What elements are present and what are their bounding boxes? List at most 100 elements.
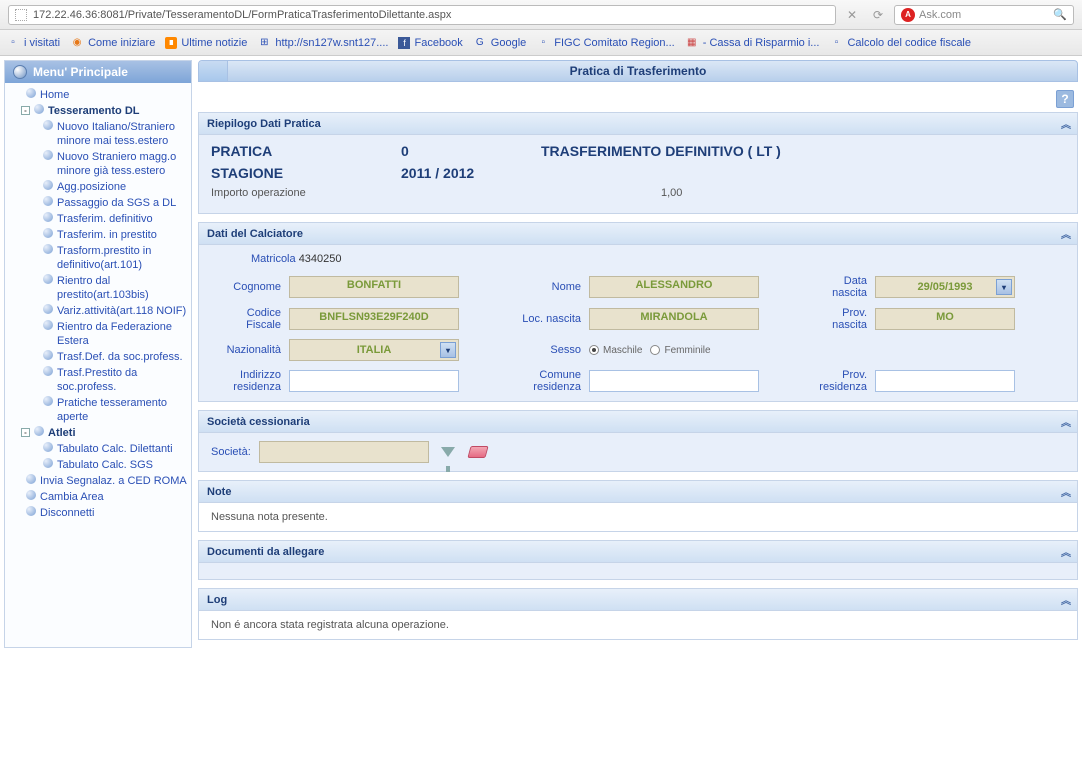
soccer-ball-icon: [43, 350, 53, 360]
note-body: Nessuna nota presente.: [211, 511, 328, 523]
nav-item[interactable]: Invia Segnalaz. a CED ROMA: [11, 473, 189, 489]
nav-item[interactable]: Trasferim. in prestito: [41, 227, 189, 243]
soccer-ball-icon: [34, 104, 44, 114]
sesso-maschile-radio[interactable]: Maschile: [589, 345, 642, 356]
sesso-femminile-radio[interactable]: Femminile: [650, 345, 710, 356]
nav-item[interactable]: Pratiche tesseramento aperte: [41, 395, 189, 425]
nome-field: ALESSANDRO: [589, 276, 759, 298]
bank-icon: ▦: [685, 36, 699, 50]
bookmark-item[interactable]: GGoogle: [473, 36, 526, 50]
help-icon[interactable]: ?: [1056, 90, 1074, 108]
cf-label: Codice Fiscale: [211, 307, 281, 331]
reload-button[interactable]: ⟳: [868, 5, 888, 25]
bookmark-icon: ▫: [6, 36, 20, 50]
page-icon: ▫: [829, 36, 843, 50]
nav-label: Trasferim. definitivo: [57, 212, 153, 226]
comune-residenza-input[interactable]: [589, 370, 759, 392]
nav-label: Trasf.Prestito da soc.profess.: [57, 366, 187, 394]
nav-item[interactable]: Rientro da Federazione Estera: [41, 319, 189, 349]
collapse-icon: ︽: [1061, 116, 1069, 131]
soccer-ball-icon: [26, 490, 36, 500]
locnasc-label: Loc. nascita: [511, 313, 581, 325]
rss-icon: ∎: [165, 37, 177, 49]
url-input[interactable]: 172.22.46.36:8081/Private/TesseramentoDL…: [8, 5, 836, 25]
nav-label: Rientro da Federazione Estera: [57, 320, 187, 348]
panel-note: Note ︽ Nessuna nota presente.: [198, 480, 1078, 532]
clear-button[interactable]: [467, 441, 489, 463]
soccer-ball-icon: [43, 228, 53, 238]
nav-label: Nuovo Straniero magg.o minore già tess.e…: [57, 150, 187, 178]
nav-label: Passaggio da SGS a DL: [57, 196, 176, 210]
nav-item[interactable]: - Tesseramento DL: [19, 103, 189, 119]
nav-item[interactable]: Rientro dal prestito(art.103bis): [41, 273, 189, 303]
bookmark-item[interactable]: ▫i visitati: [6, 36, 60, 50]
filter-button[interactable]: [437, 441, 459, 463]
nav-item[interactable]: Trasf.Prestito da soc.profess.: [41, 365, 189, 395]
panel-header[interactable]: Società cessionaria ︽: [199, 411, 1077, 433]
naz-label: Nazionalità: [211, 344, 281, 356]
data-nascita-select[interactable]: 29/05/1993 ▾: [875, 276, 1015, 298]
nav-label: Trasferim. in prestito: [57, 228, 157, 242]
prov-residenza-input[interactable]: [875, 370, 1015, 392]
bookmark-item[interactable]: ▦ - Cassa di Risparmio i...: [685, 36, 820, 50]
search-box[interactable]: A Ask.com 🔍: [894, 5, 1074, 25]
nav-item[interactable]: Disconnetti: [11, 505, 189, 521]
nav-item[interactable]: Trasform.prestito in definitivo(art.101): [41, 243, 189, 273]
nav-item[interactable]: Passaggio da SGS a DL: [41, 195, 189, 211]
nav-label: Cambia Area: [40, 490, 104, 504]
nav-item[interactable]: Trasferim. definitivo: [41, 211, 189, 227]
expand-toggle[interactable]: -: [21, 428, 30, 437]
nav-item[interactable]: Variz.attività(art.118 NOIF): [41, 303, 189, 319]
nav-item[interactable]: Tabulato Calc. SGS: [41, 457, 189, 473]
nav-label: Nuovo Italiano/Straniero minore mai tess…: [57, 120, 187, 148]
nav-item[interactable]: -Atleti: [19, 425, 189, 441]
nazionalita-select[interactable]: ITALIA ▾: [289, 339, 459, 361]
bookmark-item[interactable]: ▫FIGC Comitato Region...: [536, 36, 674, 50]
nav-item[interactable]: Tabulato Calc. Dilettanti: [41, 441, 189, 457]
panel-header[interactable]: Log ︽: [199, 589, 1077, 611]
search-icon: 🔍: [1053, 8, 1067, 21]
stop-button[interactable]: ✕: [842, 5, 862, 25]
societa-label: Società:: [211, 446, 251, 458]
bookmark-item[interactable]: ▫Calcolo del codice fiscale: [829, 36, 971, 50]
nav-label: Pratiche tesseramento aperte: [57, 396, 187, 424]
panel-documenti: Documenti da allegare ︽: [198, 540, 1078, 580]
nav-item[interactable]: Trasf.Def. da soc.profess.: [41, 349, 189, 365]
expand-toggle[interactable]: -: [21, 106, 30, 115]
panel-header[interactable]: Documenti da allegare ︽: [199, 541, 1077, 563]
societa-input[interactable]: [259, 441, 429, 463]
bookmark-item[interactable]: ∎Ultime notizie: [165, 37, 247, 49]
locnasc-field: MIRANDOLA: [589, 308, 759, 330]
collapse-icon: ︽: [1061, 484, 1069, 499]
nav-label: Trasform.prestito in definitivo(art.101): [57, 244, 187, 272]
soccer-ball-icon: [43, 212, 53, 222]
soccer-ball-icon: [13, 65, 27, 79]
indres-label: Indirizzo residenza: [211, 369, 281, 393]
windows-icon: ⊞: [257, 36, 271, 50]
nav-item[interactable]: Cambia Area: [11, 489, 189, 505]
nav-item[interactable]: Nuovo Straniero magg.o minore già tess.e…: [41, 149, 189, 179]
nav-item[interactable]: Home: [11, 87, 189, 103]
nav-label: Tesseramento DL: [48, 104, 140, 118]
bookmark-item[interactable]: ◉Come iniziare: [70, 36, 155, 50]
indirizzo-residenza-input[interactable]: [289, 370, 459, 392]
google-icon: G: [473, 36, 487, 50]
dnasc-label: Data nascita: [811, 275, 867, 299]
bookmark-item[interactable]: ⊞http://sn127w.snt127....: [257, 36, 388, 50]
panel-header[interactable]: Note ︽: [199, 481, 1077, 503]
cognome-label: Cognome: [211, 281, 281, 293]
panel-header[interactable]: Riepilogo Dati Pratica ︽: [199, 113, 1077, 135]
nav-label: Rientro dal prestito(art.103bis): [57, 274, 187, 302]
nav-item[interactable]: Agg.posizione: [41, 179, 189, 195]
bookmark-item[interactable]: fFacebook: [398, 37, 462, 49]
provnasc-label: Prov. nascita: [811, 307, 867, 331]
page-icon: ▫: [536, 36, 550, 50]
nav-item[interactable]: Nuovo Italiano/Straniero minore mai tess…: [41, 119, 189, 149]
soccer-ball-icon: [43, 304, 53, 314]
nav-label: Tabulato Calc. Dilettanti: [57, 442, 173, 456]
panel-header[interactable]: Dati del Calciatore ︽: [199, 223, 1077, 245]
nav-label: Variz.attività(art.118 NOIF): [57, 304, 186, 318]
url-text: 172.22.46.36:8081/Private/TesseramentoDL…: [33, 9, 451, 21]
soccer-ball-icon: [26, 474, 36, 484]
panel-log: Log ︽ Non é ancora stata registrata alcu…: [198, 588, 1078, 640]
